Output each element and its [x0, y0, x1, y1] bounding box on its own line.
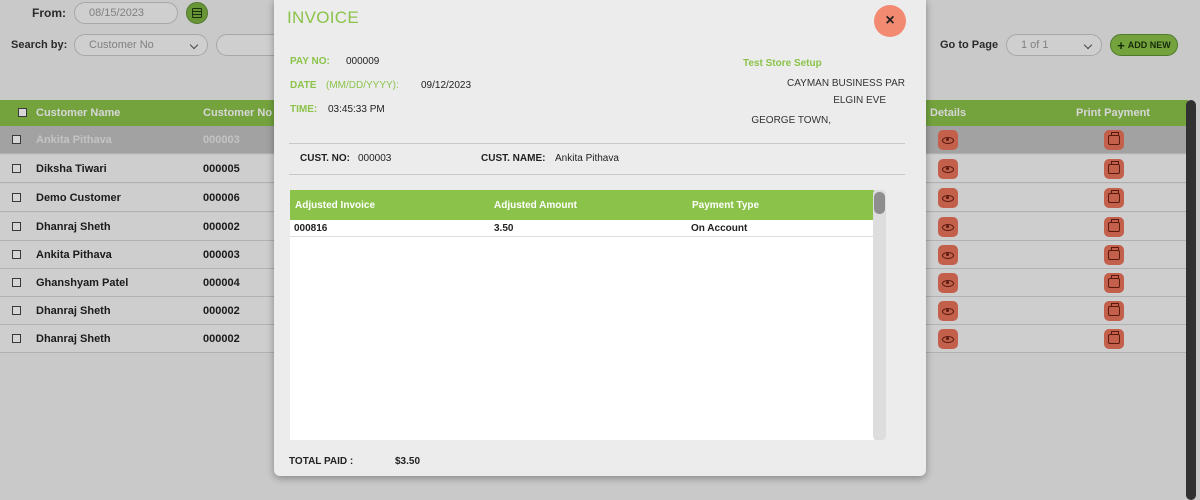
address-line-3: GEORGE TOWN,	[751, 115, 831, 126]
time-label: TIME:	[290, 104, 318, 115]
adjusted-invoice: 000816	[294, 223, 328, 234]
date-label: DATE	[290, 80, 317, 91]
cust-name-value: Ankita Pithava	[555, 153, 619, 164]
cust-name-label: CUST. NAME:	[481, 153, 546, 164]
divider	[289, 143, 905, 144]
table-row[interactable]: 000816 3.50 On Account	[290, 220, 874, 237]
invoice-modal: INVOICE × PAY NO: 000009 DATE (MM/DD/YYY…	[274, 0, 926, 476]
col-payment-type: Payment Type	[692, 200, 760, 211]
time-value: 03:45:33 PM	[328, 104, 385, 115]
col-adjusted-amount: Adjusted Amount	[494, 200, 577, 211]
store-name: Test Store Setup	[743, 58, 822, 69]
divider	[289, 174, 905, 175]
address-line-1: CAYMAN BUSINESS PAR	[787, 78, 905, 89]
adjustment-table: Adjusted Invoice Adjusted Amount Payment…	[290, 190, 874, 440]
payment-type: On Account	[691, 223, 748, 234]
total-paid-value: $3.50	[395, 456, 421, 467]
total-paid-label: TOTAL PAID :	[289, 456, 354, 467]
col-adjusted-invoice: Adjusted Invoice	[295, 200, 376, 211]
adjustment-table-header: Adjusted Invoice Adjusted Amount Payment…	[290, 190, 874, 220]
date-format-label: (MM/DD/YYYY):	[326, 80, 399, 91]
date-value: 09/12/2023	[421, 80, 472, 91]
cust-no-value: 000003	[358, 153, 392, 164]
scrollbar-thumb[interactable]	[874, 192, 885, 214]
close-icon: ×	[885, 12, 895, 29]
address-line-2: ELGIN EVE	[833, 95, 886, 106]
pay-no-label: PAY NO:	[290, 56, 330, 67]
close-button[interactable]: ×	[874, 5, 906, 37]
adjusted-amount: 3.50	[494, 223, 514, 234]
table-scrollbar[interactable]	[873, 190, 886, 440]
modal-title: INVOICE	[287, 8, 360, 27]
cust-no-label: CUST. NO:	[300, 153, 350, 164]
pay-no-value: 000009	[346, 56, 380, 67]
